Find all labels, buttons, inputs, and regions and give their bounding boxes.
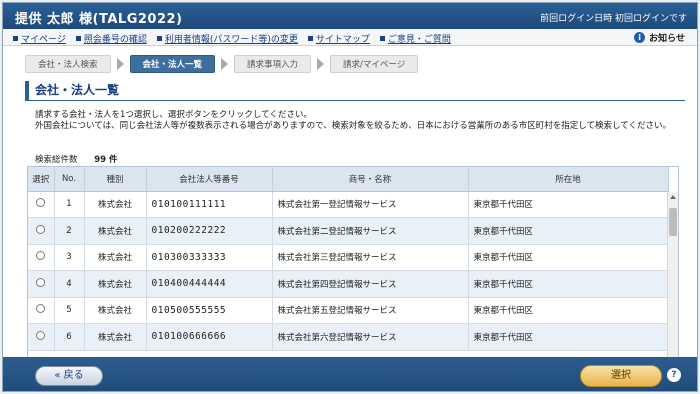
square-bullet-icon bbox=[307, 36, 313, 41]
row-location: 東京都千代田区 bbox=[468, 217, 669, 245]
row-corporate-number: 010100666666 bbox=[146, 323, 273, 351]
result-count-label: 検索総件数 bbox=[35, 155, 78, 165]
help-icon[interactable]: ? bbox=[667, 368, 681, 382]
row-no: 2 bbox=[54, 217, 85, 245]
app-window: 提供 太郎 様(TALG2022) 前回ログイン日時 初回ログインです マイペー… bbox=[2, 2, 698, 392]
progress-steps: 会社・法人検索 会社・法人一覧 請求事項入力 請求/マイページ bbox=[25, 55, 419, 73]
row-type: 株式会社 bbox=[84, 270, 147, 298]
notice-link[interactable]: i お知らせ bbox=[634, 31, 685, 44]
table-row[interactable]: 5 株式会社 010500555555 株式会社第五登記情報サービス 東京都千代… bbox=[28, 297, 669, 324]
row-location: 東京都千代田区 bbox=[468, 191, 669, 218]
select-radio[interactable] bbox=[36, 330, 46, 340]
row-location: 東京都千代田区 bbox=[468, 323, 669, 351]
table-row[interactable]: 3 株式会社 010300333333 株式会社第三登記情報サービス 東京都千代… bbox=[28, 244, 669, 271]
table-row[interactable]: 6 株式会社 010100666666 株式会社第六登記情報サービス 東京都千代… bbox=[28, 323, 669, 351]
row-company-name: 株式会社第一登記情報サービス bbox=[272, 191, 469, 218]
select-radio[interactable] bbox=[36, 198, 46, 208]
header-company-name: 商号・名称 bbox=[272, 167, 469, 192]
step-request-mypage: 請求/マイページ bbox=[330, 55, 419, 73]
row-type: 株式会社 bbox=[84, 191, 147, 218]
header-type: 種別 bbox=[84, 167, 147, 192]
info-icon: i bbox=[634, 32, 646, 43]
step-company-search: 会社・法人検索 bbox=[25, 55, 111, 73]
row-location: 東京都千代田区 bbox=[468, 244, 669, 271]
result-count-value: 99 件 bbox=[94, 155, 118, 165]
header-location: 所在地 bbox=[468, 167, 669, 192]
select-radio[interactable] bbox=[36, 277, 46, 287]
page-title: 会社・法人一覧 bbox=[25, 81, 685, 101]
row-corporate-number: 010500555555 bbox=[146, 297, 273, 324]
row-company-name: 株式会社第四登記情報サービス bbox=[272, 270, 469, 298]
step-arrow-icon bbox=[317, 58, 325, 70]
step-arrow-icon bbox=[221, 58, 229, 70]
instruction-line-2: 外国会社については、同じ会社法人等が複数表示される場合がありますので、検索対象を… bbox=[35, 121, 671, 131]
select-radio[interactable] bbox=[36, 251, 46, 261]
select-radio[interactable] bbox=[36, 224, 46, 234]
row-no: 3 bbox=[54, 244, 85, 271]
header-bar: 提供 太郎 様(TALG2022) 前回ログイン日時 初回ログインです bbox=[3, 3, 697, 29]
table-row[interactable]: 1 株式会社 010100111111 株式会社第一登記情報サービス 東京都千代… bbox=[28, 191, 669, 218]
results-table: 選択 No. 種別 会社法人等番号 商号・名称 所在地 1 株式会社 01010… bbox=[28, 167, 669, 351]
row-company-name: 株式会社第六登記情報サービス bbox=[272, 323, 469, 351]
header-no: No. bbox=[54, 167, 85, 192]
row-corporate-number: 010100111111 bbox=[146, 191, 273, 218]
row-type: 株式会社 bbox=[84, 244, 147, 271]
row-location: 東京都千代田区 bbox=[468, 297, 669, 324]
select-button[interactable]: 選択 bbox=[580, 365, 662, 387]
select-radio[interactable] bbox=[36, 304, 46, 314]
table-row[interactable]: 4 株式会社 010400444444 株式会社第四登記情報サービス 東京都千代… bbox=[28, 270, 669, 298]
result-count: 検索総件数 99 件 bbox=[35, 153, 118, 165]
nav-link-feedback[interactable]: ご意見・ご質問 bbox=[379, 32, 451, 45]
step-company-list: 会社・法人一覧 bbox=[129, 55, 216, 73]
row-corporate-number: 010200222222 bbox=[146, 217, 273, 245]
square-bullet-icon bbox=[13, 36, 18, 41]
row-no: 5 bbox=[54, 297, 85, 324]
last-login-info: 前回ログイン日時 初回ログインです bbox=[540, 14, 687, 24]
scrollbar-thumb[interactable] bbox=[669, 208, 677, 236]
row-company-name: 株式会社第三登記情報サービス bbox=[272, 244, 469, 271]
row-corporate-number: 010400444444 bbox=[146, 270, 273, 298]
row-company-name: 株式会社第五登記情報サービス bbox=[272, 297, 469, 324]
scroll-up-arrow-icon[interactable] bbox=[670, 195, 676, 199]
table-row[interactable]: 2 株式会社 010200222222 株式会社第二登記情報サービス 東京都千代… bbox=[28, 217, 669, 245]
row-type: 株式会社 bbox=[84, 297, 147, 324]
results-table-container[interactable]: 選択 No. 種別 会社法人等番号 商号・名称 所在地 1 株式会社 01010… bbox=[27, 166, 679, 358]
back-button[interactable]: « 戻る bbox=[35, 366, 103, 386]
user-title: 提供 太郎 様(TALG2022) bbox=[15, 12, 183, 27]
nav-link-reference-number[interactable]: 照会番号の確認 bbox=[75, 32, 147, 45]
header-corporate-number: 会社法人等番号 bbox=[146, 167, 273, 192]
row-type: 株式会社 bbox=[84, 323, 147, 351]
instructions: 請求する会社・法人を1つ選択し、選択ボタンをクリックしてください。 外国会社につ… bbox=[35, 110, 685, 132]
table-scrollbar[interactable] bbox=[667, 192, 678, 357]
footer-bar: « 戻る 選択 ? bbox=[3, 357, 697, 391]
nav-link-sitemap[interactable]: サイトマップ bbox=[307, 32, 370, 45]
row-corporate-number: 010300333333 bbox=[146, 244, 273, 271]
square-bullet-icon bbox=[75, 36, 81, 41]
step-request-input: 請求事項入力 bbox=[234, 55, 312, 73]
row-company-name: 株式会社第二登記情報サービス bbox=[272, 217, 469, 245]
square-bullet-icon bbox=[156, 36, 162, 41]
nav-link-mypage[interactable]: マイページ bbox=[13, 32, 66, 45]
row-no: 1 bbox=[54, 191, 85, 218]
row-no: 4 bbox=[54, 270, 85, 298]
table-header-row: 選択 No. 種別 会社法人等番号 商号・名称 所在地 bbox=[28, 167, 669, 192]
square-bullet-icon bbox=[379, 36, 385, 41]
row-type: 株式会社 bbox=[84, 217, 147, 245]
row-no: 6 bbox=[54, 323, 85, 351]
row-location: 東京都千代田区 bbox=[468, 270, 669, 298]
header-select: 選択 bbox=[28, 167, 55, 192]
nav-bar: マイページ 照会番号の確認 利用者情報(パスワード等)の変更 サイトマップ ご意… bbox=[3, 29, 697, 46]
step-arrow-icon bbox=[116, 58, 124, 70]
instruction-line-1: 請求する会社・法人を1つ選択し、選択ボタンをクリックしてください。 bbox=[35, 110, 312, 120]
nav-link-user-info[interactable]: 利用者情報(パスワード等)の変更 bbox=[156, 32, 298, 45]
nav-links: マイページ 照会番号の確認 利用者情報(パスワード等)の変更 サイトマップ ご意… bbox=[13, 32, 451, 45]
